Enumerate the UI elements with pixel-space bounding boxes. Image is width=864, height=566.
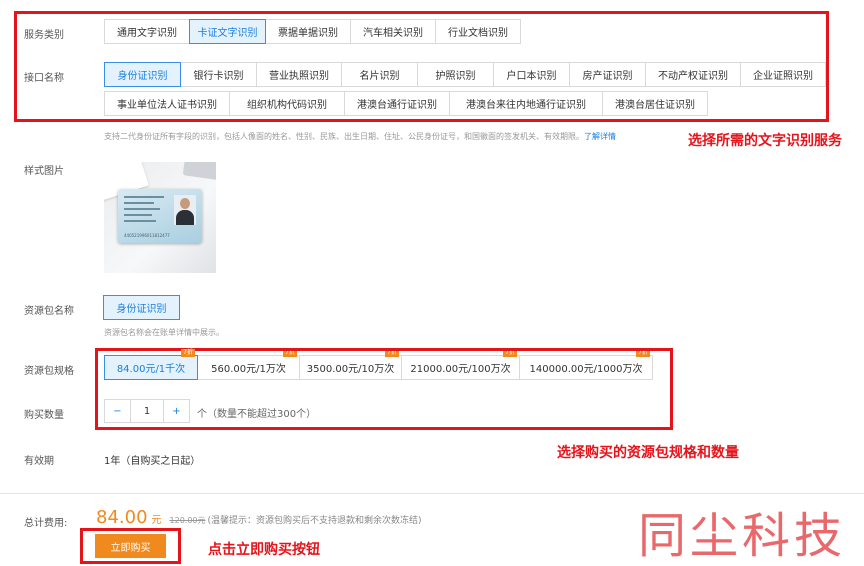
total-note: (温馨提示：资源包购买后不支持退款和剩余次数冻结) (207, 516, 422, 526)
card-number: 440521996011812477 (124, 233, 170, 238)
package-spec-option-0[interactable]: 84.00元/1千次 7折 (104, 349, 198, 380)
sample-image-label: 样式图片 (24, 166, 64, 177)
watermark-logo: 同尘科技 (638, 508, 847, 564)
keyboard-shape (182, 162, 216, 181)
discount-badge: 7折 (181, 349, 195, 357)
package-spec-option-label: 84.00元/1千次 (116, 364, 186, 375)
total-amount: 84.00 (96, 507, 148, 528)
validity-label: 有效期 (24, 456, 54, 467)
portrait-photo (174, 195, 196, 225)
sample-image: 440521996011812477 (104, 162, 216, 273)
total-label: 总计费用: (24, 518, 68, 529)
service-type-tab-label: 卡证文字识别 (197, 28, 258, 39)
annotation-select-service: 选择所需的文字识别服务 (688, 133, 842, 149)
original-price: 120.00元 (169, 516, 206, 525)
learn-more-link[interactable]: 了解详情 (584, 132, 616, 141)
validity-value: 1年（自购买之日起） (104, 456, 201, 467)
package-name-hint: 资源包名称会在账单详情中展示。 (104, 328, 224, 337)
api-name-tab-0[interactable]: 身份证识别 (104, 62, 181, 87)
package-spec-label: 资源包规格 (24, 366, 74, 377)
annotation-select-spec: 选择购买的资源包规格和数量 (557, 445, 739, 461)
footer-divider (0, 493, 864, 494)
service-type-tab-1[interactable]: 卡证文字识别 (189, 19, 266, 44)
annotation-click-buy: 点击立即购买按钮 (208, 542, 320, 558)
api-description: 支持二代身份证所有字段的识别，包括人像面的姓名、性别、民族、出生日期、住址、公民… (104, 131, 616, 142)
api-description-text: 支持二代身份证所有字段的识别，包括人像面的姓名、性别、民族、出生日期、住址、公民… (104, 132, 584, 141)
api-name-tab-label: 身份证识别 (117, 71, 168, 82)
total-unit: 元 (151, 515, 162, 526)
buy-now-button[interactable]: 立即购买 (95, 534, 166, 558)
total-price: 84.00 元 120.00元 (温馨提示：资源包购买后不支持退款和剩余次数冻结… (96, 507, 422, 528)
package-name-label: 资源包名称 (24, 306, 74, 317)
quantity-label: 购买数量 (24, 410, 64, 421)
id-card-icon: 440521996011812477 (118, 189, 202, 243)
package-name-value: 身份证识别 (103, 295, 180, 320)
